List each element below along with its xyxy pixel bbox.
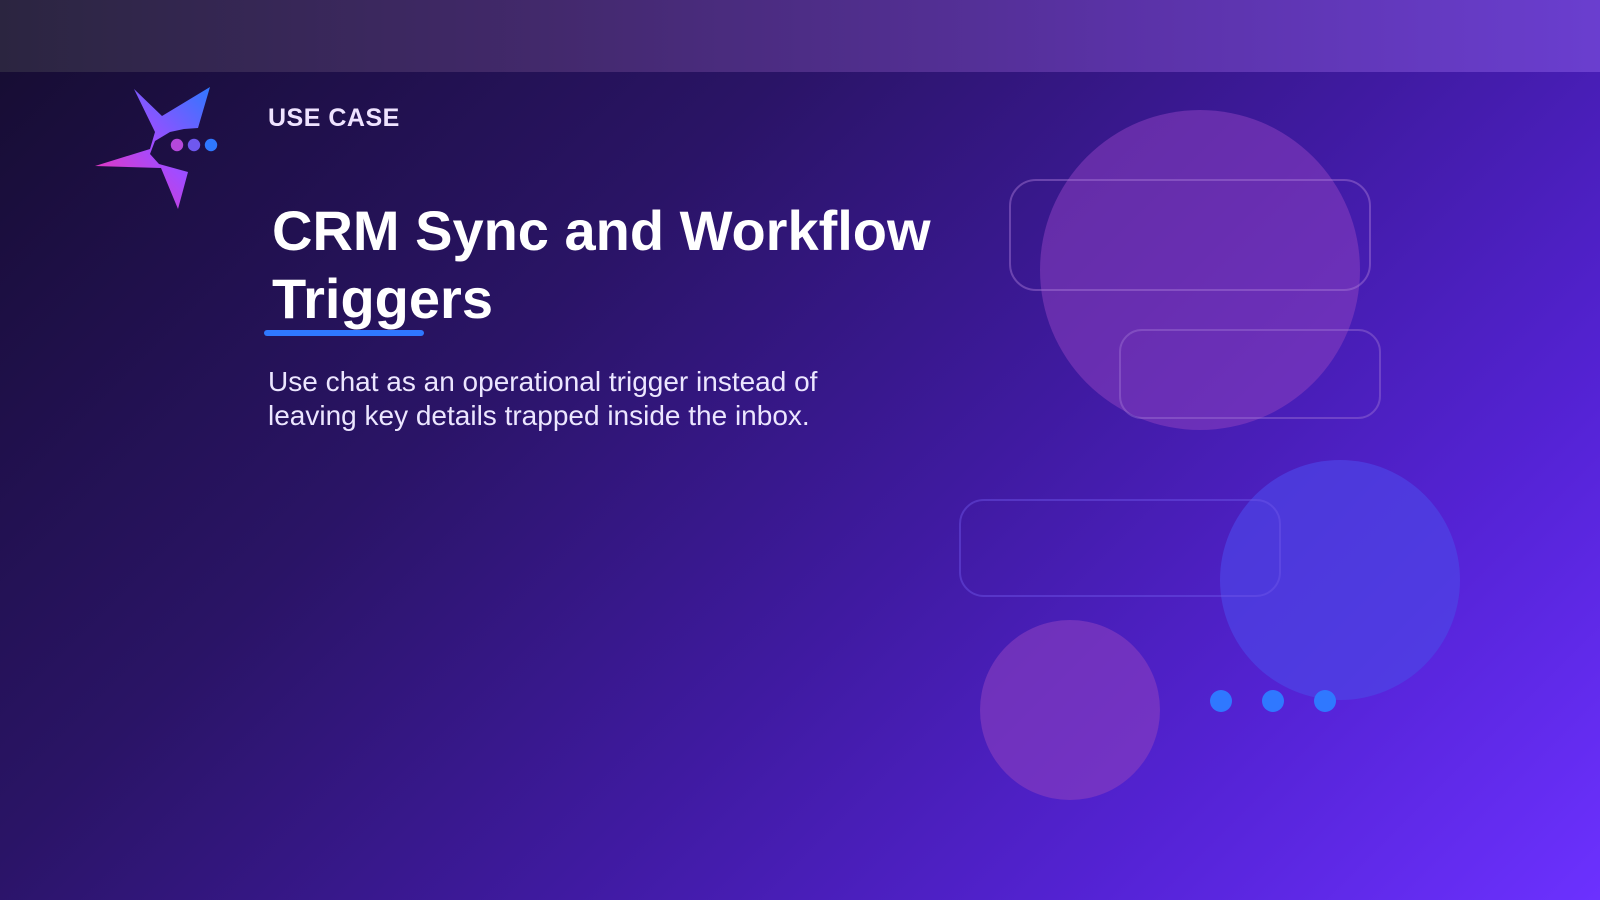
slide-background: USE CASE CRM Sync and Workflow Triggers … [0,0,1600,900]
decorative-shapes [959,110,1460,800]
decor-circle-small [980,620,1160,800]
decor-circle-large [1040,110,1360,430]
decor-circle-blue [1220,460,1460,700]
